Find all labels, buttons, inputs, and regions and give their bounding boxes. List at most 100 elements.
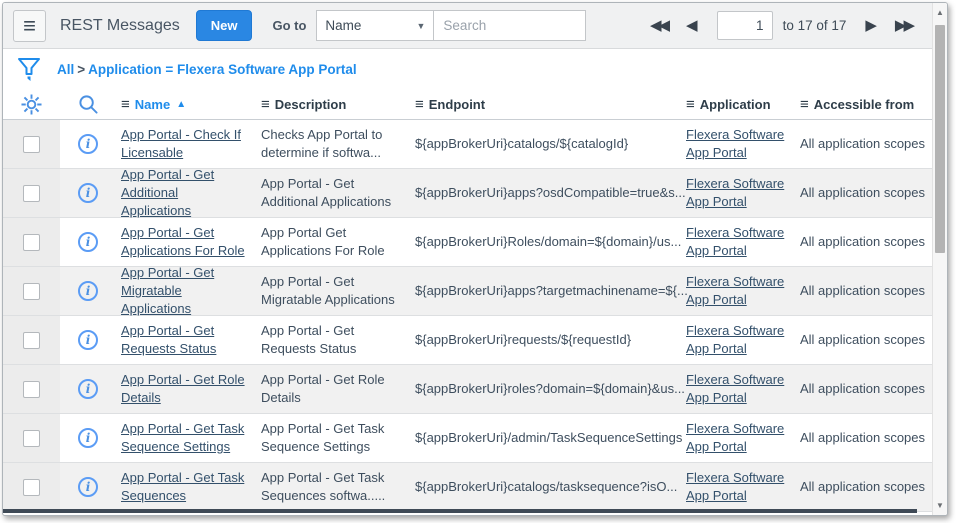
column-header-label: Name — [135, 97, 170, 112]
column-header-label: Application — [700, 97, 771, 112]
row-checkbox[interactable] — [23, 381, 40, 398]
new-button[interactable]: New — [196, 10, 253, 41]
record-accessible-from: All application scopes — [800, 234, 925, 249]
record-application-link[interactable]: Flexera Software App Portal — [686, 274, 784, 307]
breadcrumb-row: All>Application = Flexera Software App P… — [3, 50, 932, 89]
first-page-button[interactable]: ◀◀ — [647, 16, 673, 35]
table-row: i App Portal - Get Task Sequences App Po… — [3, 463, 932, 512]
record-name-link[interactable]: App Portal - Get Additional Applications — [121, 167, 214, 218]
table-row: i App Portal - Get Additional Applicatio… — [3, 169, 932, 218]
column-menu-icon[interactable]: ≡ — [686, 97, 695, 112]
column-header-description[interactable]: ≡ Description — [259, 97, 413, 112]
record-description: App Portal - Get Additional Applications — [261, 176, 391, 209]
table-row: i App Portal - Check If Licensable Check… — [3, 120, 932, 169]
record-endpoint: ${appBrokerUri}catalogs/${catalogId} — [415, 136, 628, 151]
column-header-label: Endpoint — [429, 97, 485, 112]
record-application-link[interactable]: Flexera Software App Portal — [686, 372, 784, 405]
record-accessible-from: All application scopes — [800, 332, 925, 347]
list-rows: i App Portal - Check If Licensable Check… — [3, 120, 932, 512]
record-name-link[interactable]: App Portal - Get Requests Status — [121, 323, 216, 356]
list-menu-button[interactable]: ≡ — [13, 10, 46, 42]
page-title: REST Messages — [60, 17, 180, 35]
sort-ascending-icon: ▲ — [176, 99, 186, 110]
breadcrumb-separator: > — [77, 62, 85, 77]
column-header-application[interactable]: ≡ Application — [684, 97, 798, 112]
pagination-range: to 17 of 17 — [783, 18, 847, 33]
row-checkbox[interactable] — [23, 332, 40, 349]
scroll-down-icon[interactable]: ▼ — [933, 501, 947, 510]
record-endpoint: ${appBrokerUri}/admin/TaskSequenceSettin… — [415, 430, 682, 445]
record-application-link[interactable]: Flexera Software App Portal — [686, 323, 784, 356]
breadcrumb: All>Application = Flexera Software App P… — [57, 62, 357, 77]
record-description: Checks App Portal to determine if softwa… — [261, 127, 382, 160]
table-row: i App Portal - Get Requests Status App P… — [3, 316, 932, 365]
record-name-link[interactable]: App Portal - Get Role Details — [121, 372, 245, 405]
row-checkbox[interactable] — [23, 430, 40, 447]
record-accessible-from: All application scopes — [800, 136, 925, 151]
breadcrumb-all-link[interactable]: All — [57, 62, 74, 77]
info-icon[interactable]: i — [78, 330, 98, 350]
row-checkbox[interactable] — [23, 136, 40, 153]
record-endpoint: ${appBrokerUri}apps?targetmachinename=${… — [415, 283, 688, 298]
record-accessible-from: All application scopes — [800, 430, 925, 445]
info-icon[interactable]: i — [78, 134, 98, 154]
goto-selected-value: Name — [325, 18, 361, 33]
record-name-link[interactable]: App Portal - Check If Licensable — [121, 127, 241, 160]
record-name-link[interactable]: App Portal - Get Task Sequence Settings — [121, 421, 244, 454]
record-application-link[interactable]: Flexera Software App Portal — [686, 470, 784, 503]
goto-field-select[interactable]: Name ▼ — [316, 10, 434, 41]
info-icon[interactable]: i — [78, 232, 98, 252]
column-menu-icon[interactable]: ≡ — [121, 97, 130, 112]
info-icon[interactable]: i — [78, 183, 98, 203]
scrollbar-thumb[interactable] — [935, 25, 945, 253]
record-name-link[interactable]: App Portal - Get Migratable Applications — [121, 265, 214, 316]
table-row: i App Portal - Get Task Sequence Setting… — [3, 414, 932, 463]
record-application-link[interactable]: Flexera Software App Portal — [686, 176, 784, 209]
record-accessible-from: All application scopes — [800, 185, 925, 200]
last-page-button[interactable]: ▶▶ — [892, 16, 918, 35]
search-input[interactable] — [434, 10, 586, 41]
record-accessible-from: All application scopes — [800, 381, 925, 396]
pagination: ◀◀ ◀ to 17 of 17 ▶ ▶▶ — [647, 11, 918, 40]
current-page-input[interactable] — [717, 11, 773, 40]
record-endpoint: ${appBrokerUri}requests/${requestId} — [415, 332, 631, 347]
previous-page-button[interactable]: ◀ — [683, 16, 701, 35]
next-page-button[interactable]: ▶ — [862, 16, 880, 35]
row-checkbox[interactable] — [23, 234, 40, 251]
filter-funnel-icon[interactable] — [17, 57, 41, 83]
record-application-link[interactable]: Flexera Software App Portal — [686, 225, 784, 258]
record-application-link[interactable]: Flexera Software App Portal — [686, 127, 784, 160]
info-icon[interactable]: i — [78, 281, 98, 301]
column-header-endpoint[interactable]: ≡ Endpoint — [413, 97, 684, 112]
record-description: App Portal - Get Requests Status — [261, 323, 356, 356]
info-icon[interactable]: i — [78, 428, 98, 448]
column-header-accessible-from[interactable]: ≡ Accessible from — [798, 97, 932, 112]
info-icon[interactable]: i — [78, 477, 98, 497]
row-checkbox[interactable] — [23, 185, 40, 202]
rest-messages-window: ≡ REST Messages New Go to Name ▼ ◀◀ ◀ to… — [2, 2, 948, 516]
column-menu-icon[interactable]: ≡ — [261, 97, 270, 112]
vertical-scrollbar[interactable]: ▲ ▼ — [932, 3, 947, 515]
record-description: App Portal - Get Role Details — [261, 372, 385, 405]
row-checkbox[interactable] — [23, 479, 40, 496]
scroll-up-icon[interactable]: ▲ — [933, 8, 947, 17]
record-description: App Portal - Get Task Sequence Settings — [261, 421, 384, 454]
column-header-name[interactable]: ≡ Name ▲ — [116, 97, 259, 112]
record-endpoint: ${appBrokerUri}roles?domain=${domain}&us… — [415, 381, 685, 396]
search-icon[interactable] — [78, 94, 99, 115]
record-name-link[interactable]: App Portal - Get Task Sequences — [121, 470, 244, 503]
record-name-link[interactable]: App Portal - Get Applications For Role — [121, 225, 245, 258]
column-header-row: ≡ Name ▲ ≡ Description ≡ Endpoint ≡ Appl… — [3, 89, 932, 120]
info-icon[interactable]: i — [78, 379, 98, 399]
record-endpoint: ${appBrokerUri}catalogs/tasksequence?isO… — [415, 479, 677, 494]
list-content: ≡ REST Messages New Go to Name ▼ ◀◀ ◀ to… — [3, 3, 932, 515]
column-menu-icon[interactable]: ≡ — [415, 97, 424, 112]
column-menu-icon[interactable]: ≡ — [800, 97, 809, 112]
record-application-link[interactable]: Flexera Software App Portal — [686, 421, 784, 454]
breadcrumb-filter-link[interactable]: Application = Flexera Software App Porta… — [88, 62, 356, 77]
column-header-label: Accessible from — [814, 97, 914, 112]
gear-icon[interactable] — [21, 94, 42, 115]
table-row: i App Portal - Get Migratable Applicatio… — [3, 267, 932, 316]
row-checkbox[interactable] — [23, 283, 40, 300]
record-description: App Portal - Get Migratable Applications — [261, 274, 395, 307]
